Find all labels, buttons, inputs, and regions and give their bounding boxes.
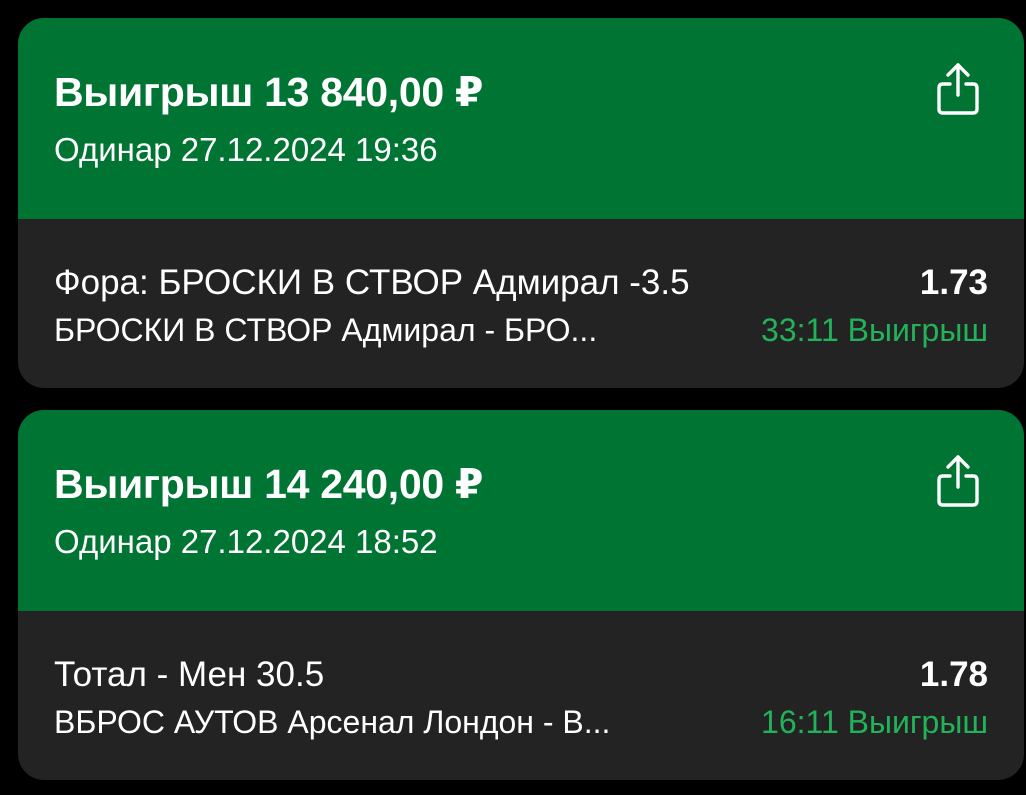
bet-history-list: Выигрыш 13 840,00 ₽ Одинар 27.12.2024 19… <box>0 0 1026 795</box>
bet-card-header: Выигрыш 13 840,00 ₽ Одинар 27.12.2024 19… <box>18 18 1024 219</box>
bet-card[interactable]: Выигрыш 13 840,00 ₽ Одинар 27.12.2024 19… <box>18 18 1024 388</box>
bet-card-body: Фора: БРОСКИ В СТВОР Адмирал -3.5 1.73 Б… <box>18 219 1024 388</box>
result-status: 33:11 Выигрыш <box>761 312 988 348</box>
payout-title: Выигрыш 13 840,00 ₽ <box>54 69 484 115</box>
bet-type-date: Одинар 27.12.2024 19:36 <box>54 131 438 168</box>
bet-card[interactable]: Выигрыш 14 240,00 ₽ Одинар 27.12.2024 18… <box>18 410 1024 780</box>
share-button[interactable] <box>930 450 986 512</box>
market-name: Тотал - Мен 30.5 <box>54 655 325 694</box>
event-name: БРОСКИ В СТВОР Адмирал - БРО... <box>54 312 598 348</box>
share-icon <box>937 63 979 115</box>
bet-card-body: Тотал - Мен 30.5 1.78 ВБРОС АУТОВ Арсена… <box>18 611 1024 780</box>
odds-value: 1.78 <box>919 655 988 694</box>
result-status: 16:11 Выигрыш <box>761 704 988 740</box>
payout-title: Выигрыш 14 240,00 ₽ <box>54 461 484 507</box>
event-name: ВБРОС АУТОВ Арсенал Лондон - В... <box>54 704 611 740</box>
odds-value: 1.73 <box>919 263 988 302</box>
share-icon <box>937 455 979 507</box>
bet-card-header: Выигрыш 14 240,00 ₽ Одинар 27.12.2024 18… <box>18 410 1024 611</box>
share-button[interactable] <box>930 58 986 120</box>
bet-type-date: Одинар 27.12.2024 18:52 <box>54 523 438 560</box>
market-name: Фора: БРОСКИ В СТВОР Адмирал -3.5 <box>54 263 690 302</box>
